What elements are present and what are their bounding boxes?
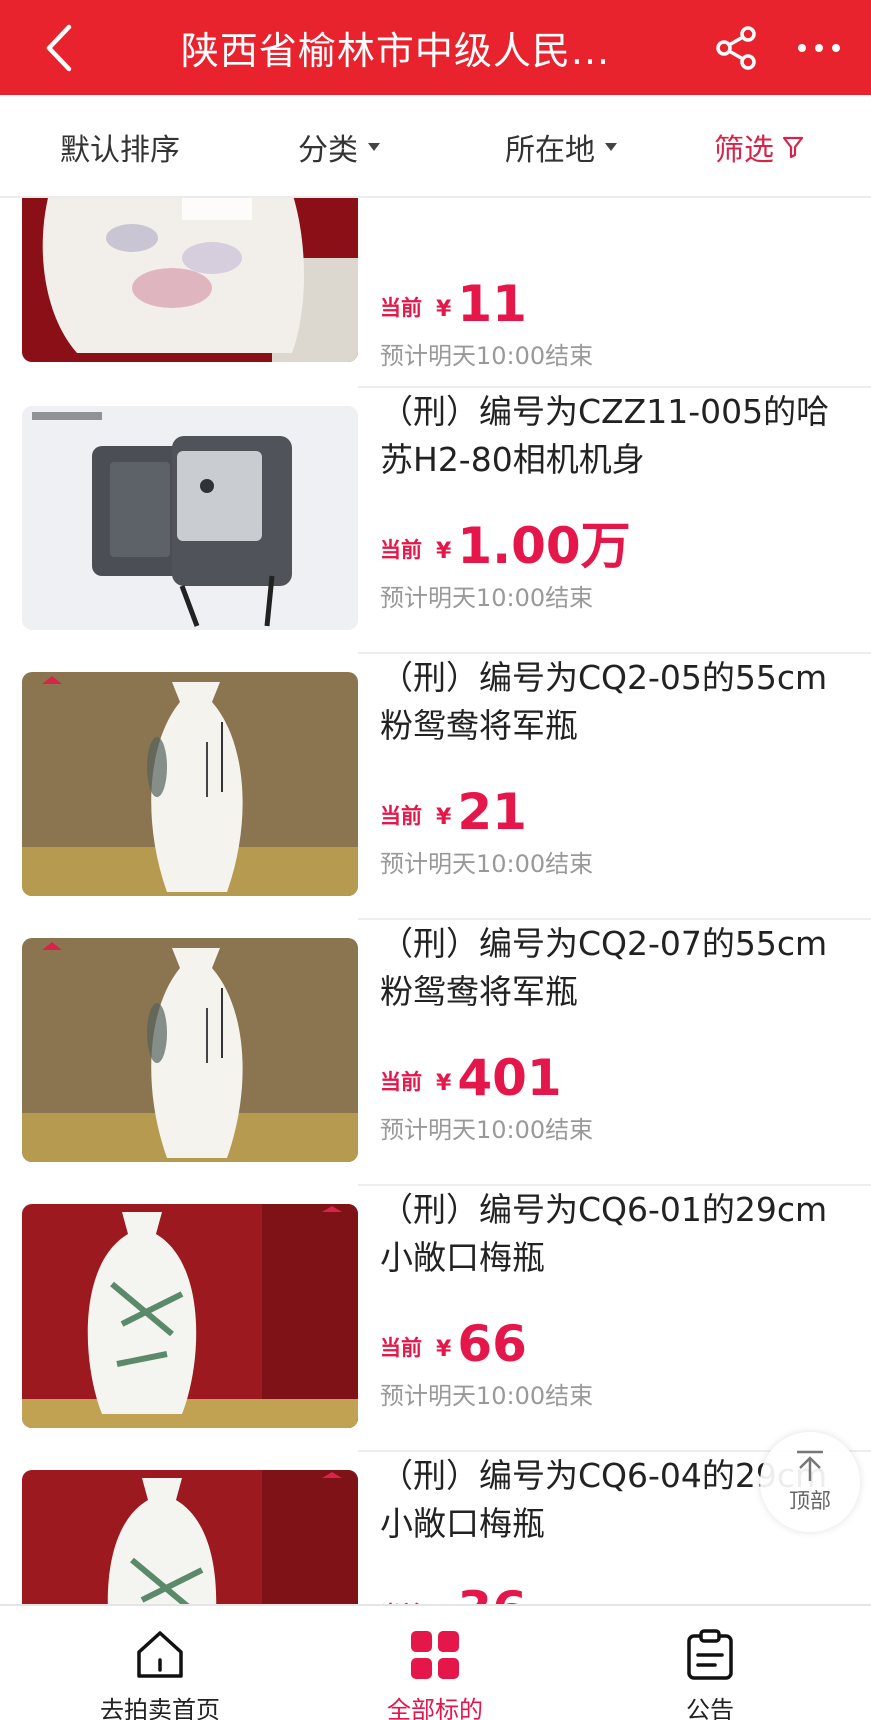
currency-symbol: ¥ bbox=[436, 539, 452, 564]
nav-notice[interactable]: 公告 bbox=[600, 1606, 820, 1720]
share-icon bbox=[716, 26, 756, 70]
current-price: 36 bbox=[457, 1582, 527, 1604]
nav-notice-label: 公告 bbox=[686, 1696, 734, 1720]
back-to-top-label: 顶部 bbox=[789, 1489, 831, 1513]
funnel-icon bbox=[782, 136, 804, 158]
lot-title[interactable]: （刑）编号为CQ6-01的29cm小敞口梅瓶 bbox=[380, 1186, 840, 1282]
end-time: 预计明天10:00结束 bbox=[380, 850, 594, 878]
list-item[interactable]: （刑）编号为CQ6-04的29cm小敞口梅瓶 当前 ¥ 36 bbox=[0, 1452, 871, 1604]
lot-image[interactable] bbox=[22, 406, 358, 630]
currency-symbol: ¥ bbox=[436, 297, 452, 322]
back-to-top-button[interactable]: 顶部 bbox=[760, 1432, 860, 1532]
end-time: 预计明天10:00结束 bbox=[380, 1382, 594, 1410]
current-price: 11 bbox=[457, 275, 527, 333]
more-button[interactable] bbox=[789, 22, 849, 74]
vase-image-icon bbox=[22, 938, 358, 1162]
bottom-nav: 去拍卖首页 全部标的 公告 bbox=[0, 1604, 871, 1720]
price-label: 当前 bbox=[380, 1070, 422, 1094]
list-item[interactable]: （刑）编号为CQ6-01的29cm小敞口梅瓶 当前 ¥ 66 预计明天10:00… bbox=[0, 1186, 871, 1452]
share-button[interactable] bbox=[711, 22, 763, 74]
top-header: 陕西省榆林市中级人民... bbox=[0, 0, 871, 95]
price-row: 当前 ¥ 21 bbox=[380, 780, 527, 840]
sort-default-button[interactable]: 默认排序 bbox=[60, 95, 180, 198]
arrow-up-icon bbox=[797, 1450, 823, 1481]
list-item[interactable]: （刑）编号为CZZ11-005的哈苏H2-80相机机身 当前 ¥ 1.00万 预… bbox=[0, 388, 871, 654]
end-time: 预计明天10:00结束 bbox=[380, 342, 594, 370]
currency-symbol: ¥ bbox=[436, 1337, 452, 1362]
caret-down-icon bbox=[368, 142, 380, 151]
clipboard-icon bbox=[682, 1628, 738, 1682]
price-row: 当前 ¥ 401 bbox=[380, 1046, 562, 1106]
list-item[interactable]: （刑）编号为CQ2-05的55cm粉鸳鸯将军瓶 当前 ¥ 21 预计明天10:0… bbox=[0, 654, 871, 920]
home-icon bbox=[132, 1628, 188, 1682]
price-row: 当前 ¥ 66 bbox=[380, 1312, 527, 1372]
vase-image-icon bbox=[22, 1204, 358, 1428]
current-price: 1.00万 bbox=[457, 517, 631, 575]
page-title: 陕西省榆林市中级人民... bbox=[180, 29, 611, 73]
price-row: 当前 ¥ 11 bbox=[380, 272, 527, 332]
category-label: 分类 bbox=[298, 132, 358, 168]
nav-all-lots-label: 全部标的 bbox=[387, 1696, 483, 1720]
grid-icon bbox=[407, 1628, 463, 1682]
nav-auction-home-label: 去拍卖首页 bbox=[100, 1696, 220, 1720]
end-time: 预计明天10:00结束 bbox=[380, 584, 594, 612]
price-label: 当前 bbox=[380, 296, 422, 320]
price-label: 当前 bbox=[380, 1336, 422, 1360]
price-label: 当前 bbox=[380, 538, 422, 562]
price-label: 当前 bbox=[380, 804, 422, 828]
current-price: 21 bbox=[457, 783, 527, 841]
lot-image[interactable] bbox=[22, 938, 358, 1162]
lot-image[interactable] bbox=[22, 1204, 358, 1428]
caret-down-icon bbox=[605, 142, 617, 151]
more-dots-icon bbox=[798, 44, 840, 52]
vase-image-icon bbox=[22, 198, 358, 362]
chevron-left-icon bbox=[46, 24, 72, 72]
lot-title[interactable]: （刑）编号为CQ2-07的55cm粉鸳鸯将军瓶 bbox=[380, 920, 840, 1016]
camera-image-icon bbox=[22, 406, 358, 630]
filter-bar: 默认排序 分类 所在地 筛选 bbox=[0, 95, 871, 198]
lot-image[interactable] bbox=[22, 198, 358, 362]
list-item[interactable]: （刑）编号为CQ2-07的55cm粉鸳鸯将军瓶 当前 ¥ 401 预计明天10:… bbox=[0, 920, 871, 1186]
list-item[interactable]: 当前 ¥ 11 预计明天10:00结束 bbox=[0, 198, 871, 388]
nav-all-lots[interactable]: 全部标的 bbox=[325, 1606, 545, 1720]
vase-image-icon bbox=[22, 672, 358, 896]
price-row: 当前 ¥ 36 bbox=[380, 1578, 527, 1604]
current-price: 66 bbox=[457, 1315, 527, 1373]
currency-symbol: ¥ bbox=[436, 1071, 452, 1096]
lot-title[interactable]: （刑）编号为CZZ11-005的哈苏H2-80相机机身 bbox=[380, 388, 840, 484]
lot-title[interactable]: （刑）编号为CQ2-05的55cm粉鸳鸯将军瓶 bbox=[380, 654, 840, 750]
vase-image-icon bbox=[22, 1470, 358, 1604]
screen-filter-button[interactable]: 筛选 bbox=[714, 95, 804, 198]
nav-auction-home[interactable]: 去拍卖首页 bbox=[50, 1606, 270, 1720]
lot-image[interactable] bbox=[22, 1470, 358, 1604]
screen-filter-label: 筛选 bbox=[714, 132, 774, 168]
sort-default-label: 默认排序 bbox=[60, 132, 180, 168]
back-button[interactable] bbox=[30, 20, 86, 76]
lot-list: 当前 ¥ 11 预计明天10:00结束 （刑）编号为CZZ11-005的哈苏H2… bbox=[0, 198, 871, 1604]
location-label: 所在地 bbox=[505, 132, 595, 168]
price-row: 当前 ¥ 1.00万 bbox=[380, 514, 631, 574]
category-dropdown[interactable]: 分类 bbox=[298, 95, 380, 198]
location-dropdown[interactable]: 所在地 bbox=[505, 95, 617, 198]
lot-image[interactable] bbox=[22, 672, 358, 896]
end-time: 预计明天10:00结束 bbox=[380, 1116, 594, 1144]
currency-symbol: ¥ bbox=[436, 805, 452, 830]
current-price: 401 bbox=[457, 1049, 562, 1107]
